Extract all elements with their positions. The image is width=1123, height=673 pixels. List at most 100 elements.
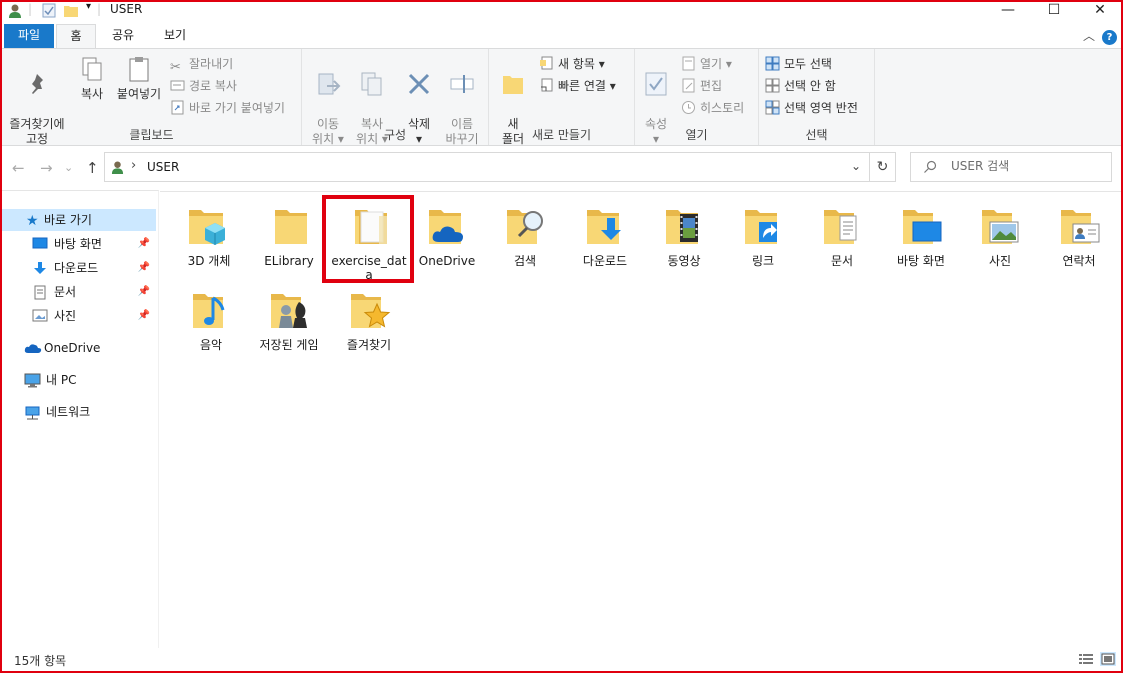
large-icons-view-icon[interactable] <box>1100 652 1116 666</box>
videos-folder-icon <box>666 210 698 244</box>
3d-objects-folder-icon <box>189 210 225 245</box>
maximize-button[interactable]: ☐ <box>1031 0 1077 22</box>
folder-label: OneDrive <box>418 254 476 268</box>
close-button[interactable]: ✕ <box>1077 0 1123 22</box>
nav-item-pictures-label: 사진 <box>54 309 77 323</box>
title-separator: | <box>28 2 33 16</box>
up-arrow-icon[interactable]: ↑ <box>86 159 99 177</box>
new-folder-quick-icon[interactable] <box>64 3 78 18</box>
folder-item-desktop[interactable]: 바탕 화면 <box>882 204 960 268</box>
easy-access-label: 빠른 연결 ▾ <box>558 79 616 93</box>
tab-view[interactable]: 보기 <box>150 24 200 48</box>
ribbon-tab-strip: 파일 홈 공유 보기 ︿ ? <box>0 24 1123 49</box>
edit-button[interactable]: 편집 <box>681 77 722 95</box>
nav-network[interactable]: 네트워크 <box>2 401 156 423</box>
search-box[interactable] <box>910 152 1112 182</box>
nav-item-downloads[interactable]: 다운로드 📌 <box>2 257 156 279</box>
new-item-button[interactable]: 새 항목 ▾ <box>539 55 605 73</box>
nav-network-label: 네트워크 <box>46 405 91 419</box>
status-bar: 15개 항목 <box>2 648 1121 671</box>
delete-x-icon <box>408 73 430 95</box>
folder-label: 링크 <box>751 254 775 268</box>
easy-access-button[interactable]: 빠른 연결 ▾ <box>539 77 616 95</box>
select-group-label: 선택 <box>805 128 828 142</box>
history-button[interactable]: 히스토리 <box>681 99 744 117</box>
favorites-folder-icon <box>351 294 391 328</box>
select-none-icon <box>765 78 780 93</box>
minimize-button[interactable]: — <box>985 0 1031 22</box>
open-button[interactable]: 열기 ▾ <box>681 55 732 73</box>
new-item-label: 새 항목 ▾ <box>558 57 605 71</box>
invert-selection-button[interactable]: 선택 영역 반전 <box>765 99 858 117</box>
folder-item-links[interactable]: 링크 <box>724 204 802 268</box>
customize-quick-access-icon[interactable]: ▾ <box>86 1 91 12</box>
pin-icon[interactable]: 📌 <box>138 305 150 327</box>
folder-item-onedrive[interactable]: OneDrive <box>408 204 486 268</box>
select-none-label: 선택 안 함 <box>784 79 836 93</box>
links-folder-icon <box>745 210 777 244</box>
refresh-button[interactable]: ↻ <box>870 152 896 182</box>
pin-icon[interactable]: 📌 <box>138 281 150 303</box>
copy-button[interactable]: 복사 <box>74 55 110 102</box>
address-path[interactable]: USER <box>147 160 179 174</box>
tab-file[interactable]: 파일 <box>4 24 54 48</box>
folder-item-documents[interactable]: 문서 <box>803 204 881 268</box>
paste-shortcut-button[interactable]: 바로 가기 붙여넣기 <box>170 99 285 117</box>
open-group: 속성 ▾ 열기 ▾ 편집 히스토리 열기 <box>635 49 759 146</box>
history-label: 히스토리 <box>700 101 745 115</box>
cut-button[interactable]: ✂ 잘라내기 <box>170 55 234 75</box>
pin-icon[interactable]: 📌 <box>138 257 150 279</box>
help-icon[interactable]: ? <box>1102 30 1117 45</box>
folder-item-elibrary[interactable]: ELibrary <box>250 204 328 268</box>
copy-path-button[interactable]: 경로 복사 <box>170 77 237 95</box>
nav-this-pc[interactable]: 내 PC <box>2 369 156 391</box>
address-bar[interactable]: › USER ⌄ <box>104 152 870 182</box>
cut-label: 잘라내기 <box>189 57 234 71</box>
folder-item-searches[interactable]: 검색 <box>486 204 564 268</box>
folder-item-pictures[interactable]: 사진 <box>961 204 1039 268</box>
search-input[interactable] <box>951 159 1101 173</box>
pin-icon[interactable]: 📌 <box>138 233 150 255</box>
select-none-button[interactable]: 선택 안 함 <box>765 77 836 95</box>
folder-item-saved-games[interactable]: 저장된 게임 <box>250 288 328 352</box>
folder-item-contacts[interactable]: 연락처 <box>1040 204 1118 268</box>
folder-item-music[interactable]: 음악 <box>172 288 250 352</box>
folder-item-3d-objects[interactable]: 3D 개체 <box>170 204 248 268</box>
recent-locations-icon[interactable]: ⌄ <box>64 161 73 174</box>
nav-item-documents[interactable]: 문서 📌 <box>2 281 156 303</box>
item-count: 15개 항목 <box>14 654 67 668</box>
history-icon <box>682 101 695 114</box>
nav-item-pictures[interactable]: 사진 📌 <box>2 305 156 327</box>
details-view-icon[interactable] <box>1078 652 1094 666</box>
clipboard-group-label: 클립보드 <box>129 128 174 142</box>
scissors-icon: ✂ <box>170 60 181 75</box>
folder-icon <box>355 210 387 244</box>
forward-arrow-icon[interactable]: → <box>40 159 53 177</box>
window-title: USER <box>110 2 143 16</box>
network-icon <box>25 406 40 420</box>
nav-onedrive[interactable]: OneDrive <box>2 337 156 359</box>
properties-check-icon[interactable] <box>42 3 56 18</box>
user-folder-icon <box>111 161 124 174</box>
rename-icon <box>450 75 474 93</box>
documents-folder-icon <box>824 210 857 244</box>
tab-home[interactable]: 홈 <box>56 24 96 49</box>
nav-item-desktop[interactable]: 바탕 화면 📌 <box>2 233 156 255</box>
nav-item-desktop-label: 바탕 화면 <box>54 237 102 251</box>
collapse-ribbon-icon[interactable]: ︿ <box>1083 27 1095 44</box>
navigation-pane: ★ 바로 가기 바탕 화면 📌 다운로드 📌 문서 📌 사진 📌 OneDriv… <box>2 190 159 648</box>
folder-label: 다운로드 <box>582 254 628 268</box>
back-arrow-icon[interactable]: ← <box>12 159 25 177</box>
chevron-right-icon[interactable]: › <box>131 158 136 173</box>
select-all-label: 모두 선택 <box>784 57 832 71</box>
folder-item-exercise-data[interactable]: exercise_data <box>330 204 408 282</box>
chevron-down-icon[interactable]: ⌄ <box>851 159 861 173</box>
folder-item-favorites[interactable]: 즐겨찾기 <box>330 288 408 352</box>
download-arrow-icon <box>34 262 46 274</box>
paste-button[interactable]: 붙여넣기 <box>114 55 164 102</box>
folder-item-downloads[interactable]: 다운로드 <box>566 204 644 268</box>
tab-share[interactable]: 공유 <box>100 24 146 48</box>
folder-item-videos[interactable]: 동영상 <box>645 204 723 268</box>
select-all-button[interactable]: 모두 선택 <box>765 55 832 73</box>
nav-quick-access[interactable]: ★ 바로 가기 <box>2 209 156 231</box>
